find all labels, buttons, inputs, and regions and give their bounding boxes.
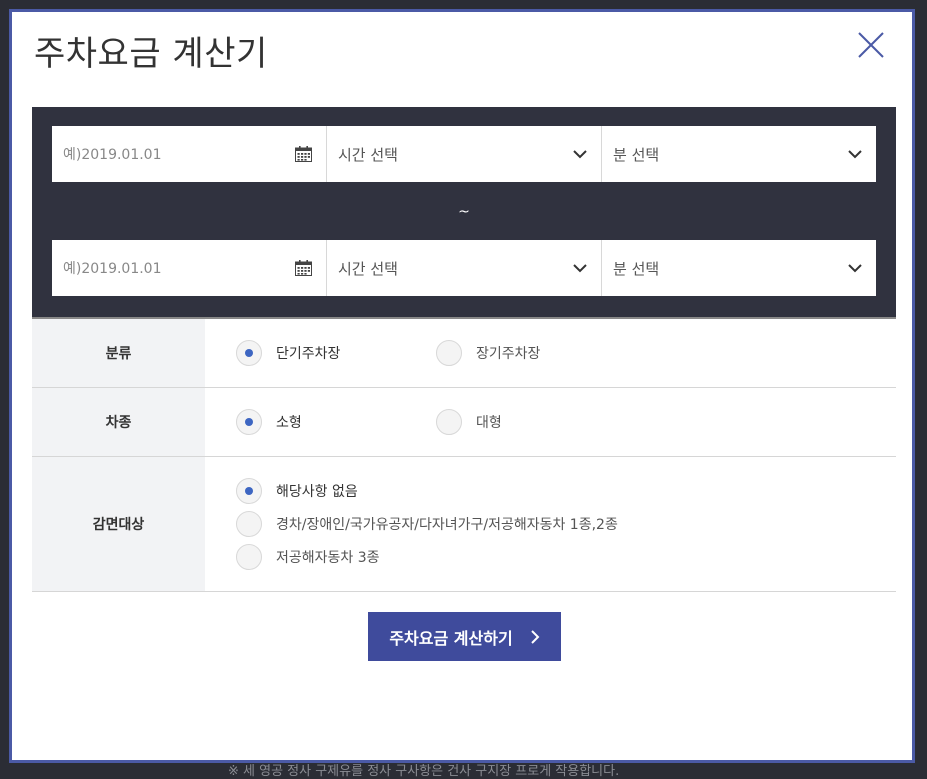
radio-short-term-label: 단기주차장 bbox=[276, 346, 341, 362]
radio-long-term-label: 장기주차장 bbox=[476, 346, 541, 362]
vehicle-row: 차종 소형 대형 bbox=[32, 388, 896, 457]
calendar-icon[interactable] bbox=[295, 260, 312, 276]
start-minute-select[interactable]: 분 선택 bbox=[602, 126, 876, 182]
discount-row: 감면대상 해당사항 없음 경차/장애인/국가유공자/다자녀가구/저공해자동차 1… bbox=[32, 457, 896, 592]
close-button[interactable] bbox=[856, 30, 886, 60]
radio-short-term[interactable]: 단기주차장 bbox=[236, 340, 436, 366]
start-hour-label: 시간 선택 bbox=[338, 145, 398, 164]
vehicle-options: 소형 대형 bbox=[205, 388, 896, 456]
discount-options: 해당사항 없음 경차/장애인/국가유공자/다자녀가구/저공해자동차 1종,2종 … bbox=[205, 457, 896, 591]
radio-large[interactable]: 대형 bbox=[436, 409, 502, 435]
close-x-icon bbox=[858, 32, 884, 58]
chevron-down-icon bbox=[848, 149, 862, 159]
category-options: 단기주차장 장기주차장 bbox=[205, 319, 896, 387]
radio-unchecked-icon[interactable] bbox=[436, 409, 462, 435]
radio-small[interactable]: 소형 bbox=[236, 409, 436, 435]
radio-unchecked-icon[interactable] bbox=[436, 340, 462, 366]
modal-title: 주차요금 계산기 bbox=[34, 34, 268, 74]
radio-discount-type3-label: 저공해자동차 3종 bbox=[276, 550, 380, 566]
date-range-box: 예)2019.01.01 시간 선택 분 선택 ~ 예)2019.01.01 시… bbox=[32, 107, 896, 317]
radio-large-label: 대형 bbox=[476, 415, 502, 431]
start-datetime-row: 예)2019.01.01 시간 선택 분 선택 bbox=[52, 126, 876, 182]
parking-fee-modal: 주차요금 계산기 예)2019.01.01 시간 선택 분 선택 ~ 예)201… bbox=[9, 9, 915, 763]
category-label: 분류 bbox=[32, 319, 205, 387]
radio-checked-icon[interactable] bbox=[236, 340, 262, 366]
radio-discount-type1-label: 경차/장애인/국가유공자/다자녀가구/저공해자동차 1종,2종 bbox=[276, 517, 618, 533]
chevron-down-icon bbox=[573, 263, 587, 273]
discount-label: 감면대상 bbox=[32, 457, 205, 591]
end-date-input[interactable]: 예)2019.01.01 bbox=[52, 240, 327, 296]
end-hour-select[interactable]: 시간 선택 bbox=[327, 240, 602, 296]
end-date-placeholder: 예)2019.01.01 bbox=[63, 261, 162, 277]
vehicle-label: 차종 bbox=[32, 388, 205, 456]
radio-checked-icon[interactable] bbox=[236, 409, 262, 435]
calculate-fee-label: 주차요금 계산하기 bbox=[389, 628, 513, 648]
radio-checked-icon[interactable] bbox=[236, 478, 262, 504]
end-hour-label: 시간 선택 bbox=[338, 259, 398, 278]
radio-unchecked-icon[interactable] bbox=[236, 511, 262, 537]
chevron-down-icon bbox=[573, 149, 587, 159]
start-minute-label: 분 선택 bbox=[613, 145, 660, 164]
end-datetime-row: 예)2019.01.01 시간 선택 분 선택 bbox=[52, 240, 876, 296]
start-hour-select[interactable]: 시간 선택 bbox=[327, 126, 602, 182]
end-minute-label: 분 선택 bbox=[613, 259, 660, 278]
calendar-icon[interactable] bbox=[295, 146, 312, 162]
range-separator: ~ bbox=[458, 204, 470, 220]
radio-unchecked-icon[interactable] bbox=[236, 544, 262, 570]
start-date-input[interactable]: 예)2019.01.01 bbox=[52, 126, 327, 182]
chevron-down-icon bbox=[848, 263, 862, 273]
calculate-fee-button[interactable]: 주차요금 계산하기 bbox=[368, 612, 561, 661]
radio-discount-type3[interactable]: 저공해자동차 3종 bbox=[236, 541, 380, 574]
chevron-right-icon bbox=[530, 629, 540, 644]
radio-discount-none-label: 해당사항 없음 bbox=[276, 484, 358, 500]
options-table: 분류 단기주차장 장기주차장 차종 소형 대형 감면대상 해당사항 없음 경차/… bbox=[32, 317, 896, 592]
start-date-placeholder: 예)2019.01.01 bbox=[63, 147, 162, 163]
category-row: 분류 단기주차장 장기주차장 bbox=[32, 319, 896, 388]
radio-small-label: 소형 bbox=[276, 415, 302, 431]
radio-discount-none[interactable]: 해당사항 없음 bbox=[236, 475, 358, 508]
radio-long-term[interactable]: 장기주차장 bbox=[436, 340, 540, 366]
radio-discount-type1[interactable]: 경차/장애인/국가유공자/다자녀가구/저공해자동차 1종,2종 bbox=[236, 508, 618, 541]
end-minute-select[interactable]: 분 선택 bbox=[602, 240, 876, 296]
